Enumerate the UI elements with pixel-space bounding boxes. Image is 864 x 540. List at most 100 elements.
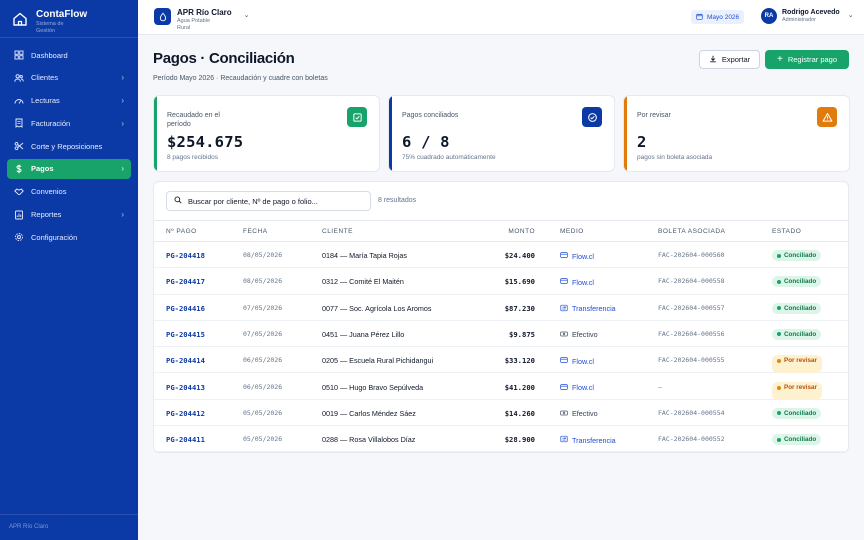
card-icon — [560, 251, 568, 261]
status-label: Por revisar — [784, 383, 817, 391]
status-badge: Conciliado — [772, 407, 822, 419]
client-name: 0288 — Rosa Villalobos Díaz — [322, 435, 416, 445]
payment-id-link[interactable]: PG-204411 — [166, 435, 205, 444]
payment-amount: $14.260 — [504, 408, 535, 418]
kpi-accent-bar — [389, 96, 392, 171]
status-dot — [777, 253, 781, 258]
payment-id-link[interactable]: PG-204414 — [166, 356, 205, 365]
sidebar-item-lecturas[interactable]: Lecturas › — [7, 91, 131, 111]
sidebar-item-corte-y-reposiciones[interactable]: Corte y Reposiciones — [7, 136, 131, 156]
table-row[interactable]: PG-204412 05/05/2026 0019 — Carlos Méndez … — [154, 400, 848, 427]
payment-amount: $28.900 — [504, 435, 535, 445]
payment-date: 05/05/2026 — [243, 408, 283, 417]
org-subtitle: Agua Potable Rural — [177, 18, 211, 31]
payment-id-link[interactable]: PG-204415 — [166, 330, 205, 339]
column-header-boleta[interactable]: BOLETA ASOCIADA — [658, 228, 725, 235]
kpi-label: Por revisar — [637, 112, 671, 119]
handshake-icon — [14, 187, 24, 197]
table-row[interactable]: PG-204413 06/05/2026 0510 — Hugo Bravo Sep… — [154, 374, 848, 400]
table-row[interactable]: PG-204416 07/05/2026 0077 — Soc. Agrícola … — [154, 295, 848, 321]
kpi-hint: 8 pagos recibidos — [167, 154, 218, 161]
payment-method: Flow.cl — [560, 251, 594, 261]
column-header-client[interactable]: CLIENTE — [322, 228, 353, 235]
linked-invoice: FAC-202604-000558 — [658, 277, 725, 286]
payment-id-link[interactable]: PG-204416 — [166, 304, 205, 313]
sidebar-item-pagos[interactable]: Pagos › — [7, 158, 131, 179]
sidebar-item-label: Configuración — [31, 232, 78, 242]
sidebar-item-convenios[interactable]: Convenios — [7, 182, 131, 202]
home-logo-icon — [12, 11, 28, 27]
table-row[interactable]: PG-204414 06/05/2026 0205 — Escuela Rural … — [154, 347, 848, 374]
status-dot — [777, 332, 781, 337]
payment-id-link[interactable]: PG-204413 — [166, 383, 205, 392]
payment-id-link[interactable]: PG-204418 — [166, 251, 205, 260]
client-name: 0184 — María Tapia Rojas — [322, 251, 407, 260]
payment-method-label: Flow.cl — [572, 251, 594, 261]
table-row[interactable]: PG-204418 08/05/2026 0184 — María Tapia Ro… — [154, 242, 848, 269]
kpi-accent-bar — [624, 96, 627, 171]
brand: ContaFlow Sistema de Gestión — [0, 0, 138, 38]
topbar: APR Río Claro Agua Potable Rural ⌄ Mayo … — [138, 0, 864, 35]
payment-method: Flow.cl — [560, 356, 594, 366]
table-row[interactable]: PG-204415 07/05/2026 0451 — Juana Pérez Li… — [154, 321, 848, 348]
cash-icon — [560, 330, 568, 340]
status-dot — [777, 437, 781, 442]
chevron-down-icon: ⌄ — [847, 12, 854, 19]
gear-icon — [14, 232, 24, 242]
status-label: Conciliado — [784, 252, 817, 259]
payment-date: 08/05/2026 — [243, 251, 283, 259]
column-header-date[interactable]: FECHA — [243, 228, 268, 235]
user-menu[interactable]: RA Rodrigo Acevedo Administrador ⌄ — [761, 8, 854, 24]
scissors-icon — [14, 141, 24, 151]
chevron-right-icon: › — [121, 73, 124, 83]
status-label: Conciliado — [784, 278, 817, 286]
column-header-amount[interactable]: MONTO — [508, 228, 535, 235]
payment-method-label: Transferencia — [572, 304, 616, 314]
status-label: Conciliado — [784, 304, 817, 312]
kpi-hint: 75% cuadrado automáticamente — [402, 154, 496, 161]
card-icon — [560, 383, 568, 393]
search-input[interactable]: Buscar por cliente, Nº de pago o folio..… — [166, 191, 371, 211]
column-header-medio[interactable]: MEDIO — [560, 228, 584, 235]
payment-method: Efectivo — [560, 409, 598, 419]
org-switcher[interactable]: APR Río Claro Agua Potable Rural ⌄ — [154, 8, 250, 31]
status-label: Conciliado — [784, 436, 817, 444]
payment-method-label: Transferencia — [572, 435, 616, 445]
payment-method-label: Flow.cl — [572, 383, 594, 392]
linked-invoice: FAC-202604-000554 — [658, 408, 725, 417]
kpi-card: Por revisar 2 pagos sin boleta asociada — [623, 95, 850, 172]
payment-id-link[interactable]: PG-204412 — [166, 409, 205, 418]
sidebar-item-configuracion[interactable]: Configuración — [7, 227, 131, 247]
linked-invoice: FAC-202604-000555 — [658, 356, 725, 365]
sidebar-item-dashboard[interactable]: Dashboard — [7, 45, 131, 65]
column-header-id[interactable]: Nº PAGO — [166, 228, 197, 235]
sidebar-item-label: Corte y Reposiciones — [31, 141, 103, 151]
sidebar-item-clientes[interactable]: Clientes › — [7, 68, 131, 88]
search-icon — [174, 196, 182, 206]
client-name: 0019 — Carlos Méndez Sáez — [322, 408, 416, 418]
kpi-value: $254.675 — [167, 133, 244, 151]
payment-amount: $9.875 — [509, 329, 535, 339]
period-selector[interactable]: Mayo 2026 — [691, 10, 745, 24]
sidebar-nav: Dashboard Clientes › Lecturas › Facturación › C… — [0, 38, 138, 247]
chevron-right-icon: › — [121, 118, 124, 128]
payment-date: 06/05/2026 — [243, 356, 283, 365]
export-button[interactable]: Exportar — [699, 50, 760, 69]
dashboard-icon — [14, 50, 24, 60]
sidebar-item-reportes[interactable]: Reportes › — [7, 205, 131, 225]
org-name: APR Río Claro — [177, 8, 232, 17]
table-row[interactable]: PG-204417 08/05/2026 0312 — Comité El Mait… — [154, 268, 848, 295]
status-badge: Por revisar — [772, 381, 822, 400]
app-name: ContaFlow — [36, 9, 88, 20]
status-dot — [777, 359, 781, 364]
status-dot — [777, 279, 781, 284]
payment-amount: $87.230 — [504, 303, 535, 313]
chevron-down-icon: ⌄ — [243, 12, 250, 19]
table-row[interactable]: PG-204411 05/05/2026 0288 — Rosa Villalobo… — [154, 426, 848, 452]
payment-id-link[interactable]: PG-204417 — [166, 277, 205, 286]
chevron-right-icon: › — [121, 96, 124, 106]
column-header-estado[interactable]: ESTADO — [772, 228, 801, 235]
register-payment-button[interactable]: + Registrar pago — [765, 50, 849, 69]
payment-date: 06/05/2026 — [243, 382, 283, 391]
sidebar-item-facturacion[interactable]: Facturación › — [7, 113, 131, 133]
